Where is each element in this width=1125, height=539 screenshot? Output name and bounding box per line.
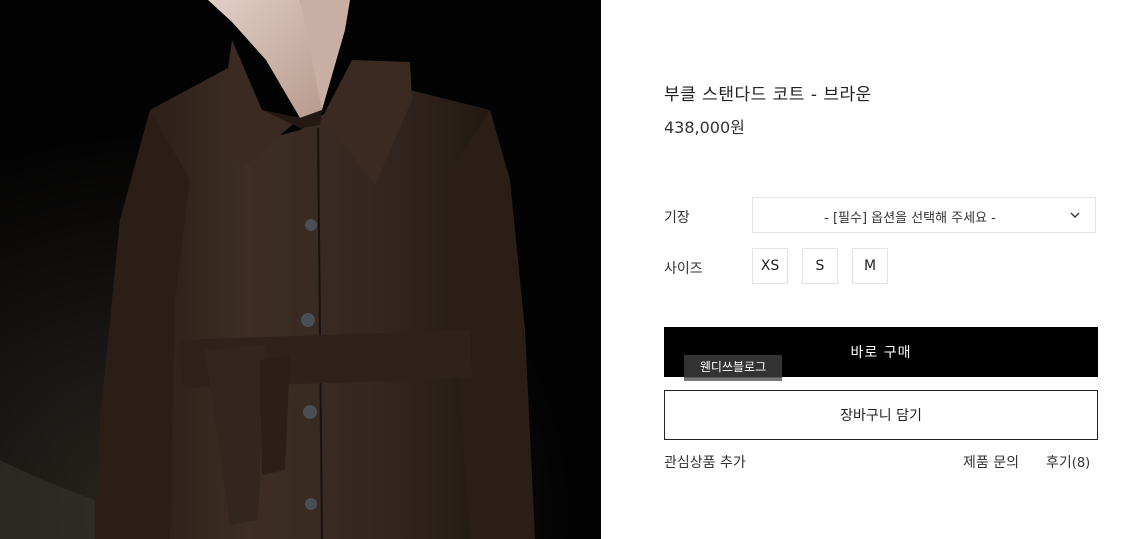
coat-model-illustration bbox=[0, 0, 601, 539]
size-option-label: 사이즈 bbox=[664, 261, 703, 277]
size-s-button[interactable]: S bbox=[802, 248, 838, 284]
size-m-button[interactable]: M bbox=[852, 248, 888, 284]
product-photo bbox=[0, 0, 601, 539]
review-count: (8) bbox=[1071, 456, 1091, 471]
reviews-label: 후기 bbox=[1046, 455, 1072, 471]
product-inquiry-link[interactable]: 제품 문의 bbox=[963, 452, 1019, 472]
length-option-label: 기장 bbox=[664, 210, 690, 226]
reviews-link[interactable]: 후기(8) bbox=[1046, 452, 1090, 472]
length-select[interactable]: - [필수] 옵션을 선택해 주세요 - bbox=[752, 197, 1096, 233]
size-xs-button[interactable]: XS bbox=[752, 248, 788, 284]
product-price: 438,000원 bbox=[664, 118, 745, 137]
add-to-wishlist-link[interactable]: 관심상품 추가 bbox=[664, 452, 746, 472]
chevron-down-icon bbox=[1070, 212, 1080, 218]
length-select-placeholder: - [필수] 옵션을 선택해 주세요 - bbox=[824, 211, 996, 226]
product-info-panel: 부클 스탠다드 코트 - 브라운 438,000원 기장 - [필수] 옵션을 … bbox=[601, 0, 1125, 539]
product-title: 부클 스탠다드 코트 - 브라운 bbox=[664, 85, 872, 105]
blog-watermark: 웬디쓰블로그 bbox=[684, 355, 782, 381]
add-to-cart-button[interactable]: 장바구니 담기 bbox=[664, 390, 1098, 440]
